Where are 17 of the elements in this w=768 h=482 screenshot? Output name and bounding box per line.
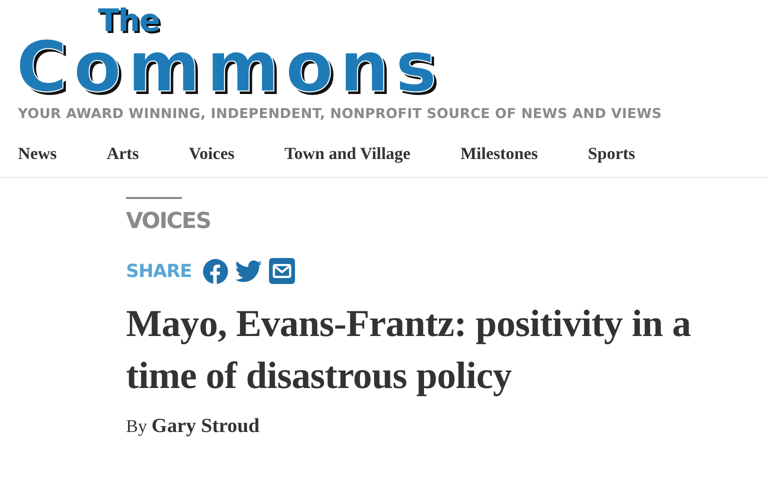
- logo[interactable]: The Commons: [0, 0, 443, 98]
- tagline: YOUR AWARD WINNING, INDEPENDENT, NONPROFIT SOURCE OF NEWS AND VIEWS: [18, 106, 662, 122]
- nav-link[interactable]: Milestones: [460, 144, 538, 164]
- facebook-icon[interactable]: [202, 258, 228, 284]
- article-headline: Mayo, Evans-Frantz: positivity in a time of disastrous policy: [126, 302, 692, 399]
- logo-text: Commons: [16, 36, 443, 98]
- section-label: VOICES: [126, 209, 211, 234]
- email-icon[interactable]: [268, 258, 295, 284]
- logo-text: The: [98, 6, 160, 36]
- nav-link[interactable]: Arts: [106, 144, 139, 164]
- nav-link[interactable]: News: [18, 144, 57, 164]
- nav-link[interactable]: Voices: [188, 144, 234, 164]
- twitter-icon[interactable]: [234, 260, 262, 282]
- nav-link[interactable]: Sports: [588, 144, 636, 164]
- nav-link[interactable]: Town and Village: [284, 144, 410, 164]
- share-label: SHARE: [126, 260, 192, 282]
- byline: By Gary Stroud: [126, 415, 260, 438]
